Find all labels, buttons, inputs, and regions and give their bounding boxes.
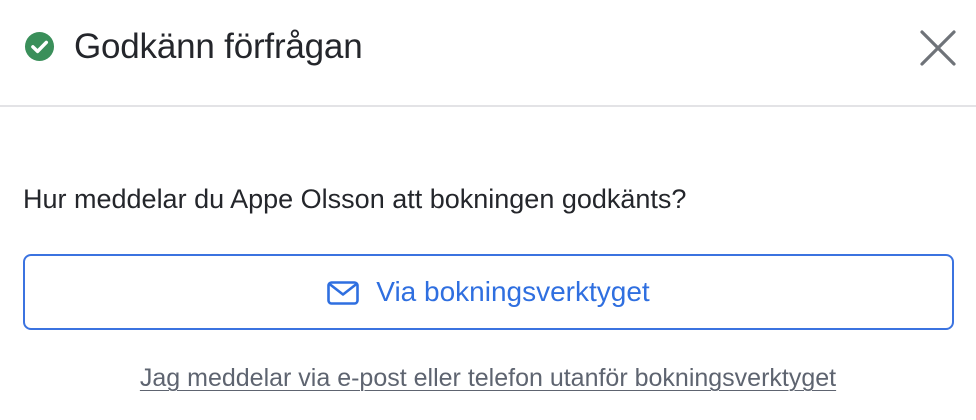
via-booking-tool-button[interactable]: Via bokningsverktyget (23, 254, 954, 330)
dialog-header: Godkänn förfrågan (0, 0, 976, 107)
notification-question: Hur meddelar du Appe Olsson att bokninge… (23, 184, 687, 214)
dialog-title: Godkänn förfrågan (74, 27, 363, 66)
notify-outside-tool-link[interactable]: Jag meddelar via e-post eller telefon ut… (0, 361, 976, 395)
check-circle-icon (24, 31, 55, 62)
via-booking-tool-label: Via bokningsverktyget (376, 276, 650, 307)
approve-request-dialog: Godkänn förfrågan Hur meddelar du Appe O… (0, 0, 976, 420)
close-icon (920, 30, 956, 66)
mail-icon (327, 280, 360, 305)
close-button[interactable] (916, 26, 960, 70)
